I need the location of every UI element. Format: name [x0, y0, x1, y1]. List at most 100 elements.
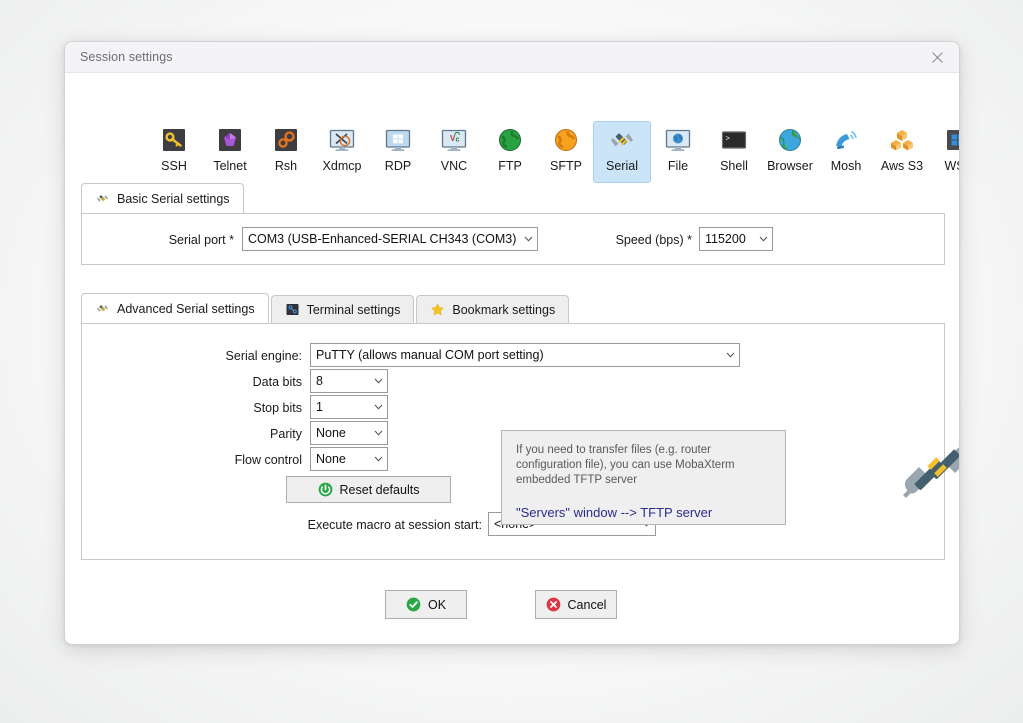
parity-select[interactable]: None [310, 421, 388, 445]
tab-advanced-serial-settings[interactable]: Advanced Serial settings [81, 293, 269, 323]
session-type-ssh[interactable]: SSH [145, 121, 203, 183]
stop-bits-select[interactable]: 1 [310, 395, 388, 419]
serial-engine-value: PuTTY (allows manual COM port setting) [316, 348, 544, 362]
session-type-label: Telnet [213, 159, 247, 173]
stop-bits-value: 1 [316, 400, 323, 414]
svg-text:c: c [456, 137, 460, 144]
session-type-label: Xdmcp [322, 159, 362, 173]
session-type-label: FTP [498, 159, 522, 173]
terminal-icon [286, 304, 299, 315]
svg-text:>: > [726, 136, 731, 144]
tab-label: Bookmark settings [452, 302, 556, 317]
data-bits-value: 8 [316, 374, 323, 388]
session-type-xdmcp[interactable]: Xdmcp [313, 121, 371, 183]
close-button[interactable] [915, 42, 959, 73]
session-type-sftp[interactable]: SFTP [537, 121, 595, 183]
chevron-down-icon [369, 448, 387, 470]
tab-label: Basic Serial settings [117, 191, 230, 206]
session-type-label: SFTP [550, 159, 582, 173]
session-type-label: Aws S3 [880, 159, 924, 173]
session-type-browser[interactable]: Browser [761, 121, 819, 183]
speed-select[interactable]: 115200 [699, 227, 773, 251]
session-type-serial[interactable]: Serial [593, 121, 651, 183]
cancel-label: Cancel [567, 597, 607, 612]
tab-basic-serial-settings[interactable]: Basic Serial settings [81, 183, 244, 213]
session-type-rsh[interactable]: Rsh [257, 121, 315, 183]
macro-label: Execute macro at session start: [307, 518, 482, 532]
session-type-label: SSH [161, 159, 187, 173]
reset-circle-icon [318, 482, 332, 497]
shell-console-icon: > [721, 131, 747, 149]
xdmcp-monitor-icon [329, 129, 355, 151]
session-type-label: VNC [440, 159, 468, 173]
flow-control-select[interactable]: None [310, 447, 388, 471]
mosh-satellite-icon [836, 130, 857, 150]
session-type-wsl[interactable]: WSL [929, 121, 959, 183]
session-type-label: Serial [606, 159, 638, 173]
chevron-down-icon [369, 370, 387, 392]
dialog-title: Session settings [80, 50, 173, 64]
tab-terminal-settings[interactable]: Terminal settings [270, 295, 415, 323]
ssh-key-icon [163, 129, 185, 151]
close-icon [931, 52, 943, 63]
session-type-label: WSL [944, 159, 959, 173]
tftp-info-link: "Servers" window --> TFTP server [516, 505, 713, 520]
browser-globe-icon [779, 129, 801, 151]
telnet-gem-icon [219, 129, 241, 151]
x-circle-icon [546, 597, 560, 612]
serial-port-select[interactable]: COM3 (USB-Enhanced-SERIAL CH343 (COM3) [242, 227, 538, 251]
serial-plug-icon [97, 305, 108, 312]
flow-control-label: Flow control [234, 453, 302, 467]
sftp-globe-icon [555, 129, 577, 151]
tab-bookmark-settings[interactable]: Bookmark settings [416, 295, 570, 323]
serial-port-label: Serial port * [168, 233, 234, 247]
tab-label: Advanced Serial settings [117, 301, 255, 316]
ok-button[interactable]: OK [385, 590, 467, 619]
aws-s3-cubes-icon [891, 130, 913, 151]
session-settings-dialog: Session settings SSH Telnet Rsh Xdmcp RD… [64, 41, 960, 645]
data-bits-select[interactable]: 8 [310, 369, 388, 393]
ok-label: OK [427, 597, 447, 612]
serial-engine-select[interactable]: PuTTY (allows manual COM port setting) [310, 343, 740, 367]
speed-label: Speed (bps) * [615, 233, 692, 247]
serial-plug-icon [611, 133, 633, 147]
session-type-telnet[interactable]: Telnet [201, 121, 259, 183]
tftp-info-box: If you need to transfer files (e.g. rout… [501, 430, 786, 525]
session-type-toolbar: SSH Telnet Rsh Xdmcp RDP V c VNC FTP SFT… [65, 73, 959, 183]
check-circle-icon [406, 597, 421, 612]
rdp-monitor-icon [385, 129, 411, 151]
basic-tabstrip: Basic Serial settings [81, 183, 246, 213]
file-monitor-icon [665, 129, 691, 151]
ftp-globe-icon [499, 129, 521, 151]
flow-control-value: None [316, 452, 346, 466]
advanced-serial-panel: Serial engine: PuTTY (allows manual COM … [81, 323, 959, 560]
serial-port-value: COM3 (USB-Enhanced-SERIAL CH343 (COM3) [248, 232, 517, 246]
wsl-windows-icon [947, 130, 959, 150]
chevron-down-icon [754, 228, 772, 250]
reset-defaults-label: Reset defaults [339, 482, 420, 497]
session-type-label: Browser [767, 159, 813, 173]
chevron-down-icon [369, 396, 387, 418]
session-type-file[interactable]: File [649, 121, 707, 183]
session-type-shell[interactable]: > Shell [705, 121, 763, 183]
advanced-tabstrip: Advanced Serial settings Terminal settin… [81, 293, 571, 323]
session-type-label: File [667, 159, 689, 173]
star-icon [431, 303, 445, 316]
session-type-label: Shell [720, 159, 748, 173]
session-type-label: Mosh [830, 159, 862, 173]
parity-value: None [316, 426, 346, 440]
session-type-label: RDP [384, 159, 412, 173]
session-type-rdp[interactable]: RDP [369, 121, 427, 183]
session-type-ftp[interactable]: FTP [481, 121, 539, 183]
chevron-down-icon [721, 344, 739, 366]
data-bits-label: Data bits [252, 375, 302, 389]
session-type-vnc[interactable]: V c VNC [425, 121, 483, 183]
rsh-gears-icon [275, 129, 297, 151]
session-type-label: Rsh [274, 159, 298, 173]
speed-value: 115200 [705, 232, 746, 246]
cancel-button[interactable]: Cancel [535, 590, 617, 619]
parity-label: Parity [270, 427, 302, 441]
reset-defaults-button[interactable]: Reset defaults [286, 476, 451, 503]
session-type-mosh[interactable]: Mosh [817, 121, 875, 183]
session-type-aws-s3[interactable]: Aws S3 [873, 121, 931, 183]
